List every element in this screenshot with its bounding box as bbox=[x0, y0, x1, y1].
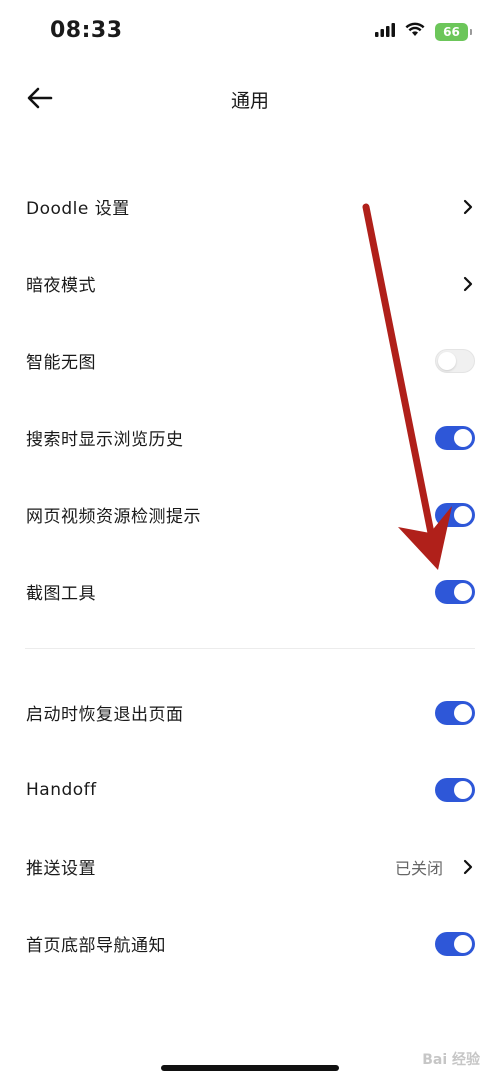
settings-row[interactable]: 暗夜模式 bbox=[0, 245, 500, 322]
settings-row-label: 截图工具 bbox=[26, 584, 96, 604]
toggle-switch[interactable] bbox=[435, 700, 475, 725]
settings-screen: 08:33 66 通用 Doodle 设置 暗夜模式 智能无图 搜索时显示浏览历… bbox=[0, 0, 500, 1083]
settings-row[interactable]: 网页视频资源检测提示 bbox=[0, 476, 500, 553]
toggle-switch[interactable] bbox=[435, 777, 475, 802]
settings-row-label: Handoff bbox=[26, 779, 97, 800]
settings-row[interactable]: Doodle 设置 bbox=[0, 168, 500, 245]
settings-row[interactable]: 智能无图 bbox=[0, 322, 500, 399]
settings-row-label: 暗夜模式 bbox=[26, 276, 96, 296]
status-bar: 08:33 66 bbox=[0, 0, 500, 66]
battery-level: 66 bbox=[443, 24, 460, 39]
battery-icon: 66 bbox=[435, 22, 472, 41]
settings-section-more: 启动时恢复退出页面 Handoff 推送设置 已关闭首页底部导航通知 bbox=[0, 674, 500, 982]
chevron-right-icon bbox=[461, 197, 475, 217]
settings-row[interactable]: 截图工具 bbox=[0, 553, 500, 630]
toggle-switch[interactable] bbox=[435, 425, 475, 450]
page-title: 通用 bbox=[230, 90, 269, 112]
settings-row-label: 网页视频资源检测提示 bbox=[26, 507, 201, 527]
settings-row[interactable]: 启动时恢复退出页面 bbox=[0, 674, 500, 751]
settings-row-label: 首页底部导航通知 bbox=[26, 936, 166, 956]
settings-row-label: 智能无图 bbox=[26, 353, 96, 373]
toggle-switch[interactable] bbox=[435, 931, 475, 956]
wifi-icon bbox=[405, 22, 425, 41]
nav-bar: 通用 bbox=[0, 66, 500, 132]
toggle-switch[interactable] bbox=[435, 348, 475, 373]
toggle-switch[interactable] bbox=[435, 502, 475, 527]
home-indicator bbox=[161, 1065, 339, 1071]
settings-row-label: 启动时恢复退出页面 bbox=[26, 705, 184, 725]
settings-row-value: 已关闭 bbox=[394, 858, 443, 878]
settings-list: Doodle 设置 暗夜模式智能无图搜索时显示浏览历史 网页视频资源检测提示 截图工具… bbox=[0, 168, 500, 982]
settings-section-general: Doodle 设置 暗夜模式智能无图搜索时显示浏览历史 网页视频资源检测提示 截图工具 bbox=[0, 168, 500, 630]
settings-row-label: Doodle 设置 bbox=[26, 199, 130, 219]
status-icons: 66 bbox=[375, 22, 472, 41]
settings-row-label: 搜索时显示浏览历史 bbox=[26, 430, 184, 450]
settings-row[interactable]: 推送设置 已关闭 bbox=[0, 828, 500, 905]
chevron-right-icon bbox=[461, 857, 475, 877]
settings-row[interactable]: 首页底部导航通知 bbox=[0, 905, 500, 982]
settings-row[interactable]: 搜索时显示浏览历史 bbox=[0, 399, 500, 476]
signal-icon bbox=[375, 22, 395, 41]
settings-row[interactable]: Handoff bbox=[0, 751, 500, 828]
watermark: Bai 经验 bbox=[422, 1052, 480, 1068]
toggle-switch[interactable] bbox=[435, 579, 475, 604]
chevron-right-icon bbox=[461, 274, 475, 294]
section-divider bbox=[25, 648, 475, 649]
settings-row-label: 推送设置 bbox=[26, 859, 96, 879]
status-time: 08:33 bbox=[50, 18, 123, 43]
